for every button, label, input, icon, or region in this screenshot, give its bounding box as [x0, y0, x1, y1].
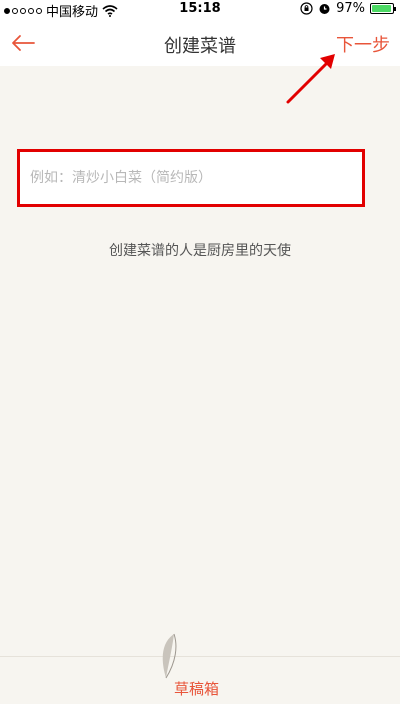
drafts-label: 草稿箱: [174, 680, 220, 698]
battery-icon: [370, 3, 396, 14]
next-step-button[interactable]: 下一步: [336, 31, 390, 57]
drafts-button[interactable]: 草稿箱: [150, 630, 250, 704]
slogan-text: 创建菜谱的人是厨房里的天使: [109, 243, 291, 259]
nav-bar: 创建菜谱 下一步: [0, 20, 400, 66]
status-right: 97%: [300, 1, 396, 16]
alarm-icon: [319, 4, 330, 14]
recipe-name-highlight-box: [17, 149, 365, 207]
status-bar: 中国移动 15:18 97%: [0, 0, 400, 20]
orientation-lock-icon: [300, 2, 313, 15]
battery-fill: [372, 5, 392, 12]
battery-percent: 97%: [336, 1, 365, 16]
recipe-name-input[interactable]: [28, 162, 352, 194]
feather-icon: [162, 633, 177, 679]
